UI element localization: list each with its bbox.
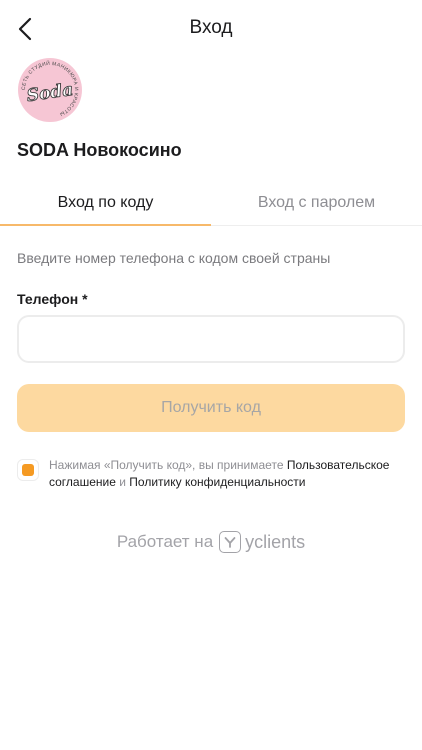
- page-title: Вход: [189, 17, 233, 38]
- get-code-button[interactable]: Получить код: [17, 384, 405, 432]
- privacy-link[interactable]: Политику конфиденциальности: [129, 475, 305, 489]
- tab-code-login[interactable]: Вход по коду: [0, 180, 211, 226]
- consent-checkbox[interactable]: [17, 459, 39, 481]
- phone-hint: Введите номер телефона с кодом своей стр…: [17, 250, 331, 266]
- consent-prefix: Нажимая «Получить код», вы принимаете: [49, 458, 287, 472]
- checkbox-checked-indicator: [22, 464, 34, 476]
- login-screen: Вход СЕТЬ СТУДИЙ МАНИКЮРА И КРАСОТЫ Soda…: [0, 0, 422, 750]
- header: Вход: [0, 0, 422, 58]
- company-logo: СЕТЬ СТУДИЙ МАНИКЮРА И КРАСОТЫ Soda: [17, 57, 83, 123]
- consent-and: и: [115, 475, 130, 489]
- company-name: SODA Новокосино: [17, 140, 182, 160]
- powered-by-label: Работает на: [116, 532, 214, 551]
- powered-by: Работает на yclients: [0, 531, 422, 553]
- yclients-brand[interactable]: yclients: [245, 532, 305, 553]
- consent-text: Нажимая «Получить код», вы принимаете По…: [49, 457, 409, 491]
- tab-password-login[interactable]: Вход с паролем: [211, 180, 422, 226]
- phone-label: Телефон *: [17, 291, 88, 307]
- yclients-logo-icon: [219, 531, 242, 553]
- active-tab-indicator: [0, 224, 211, 226]
- phone-input[interactable]: [17, 315, 405, 363]
- login-tabs: Вход по коду Вход с паролем: [0, 180, 422, 226]
